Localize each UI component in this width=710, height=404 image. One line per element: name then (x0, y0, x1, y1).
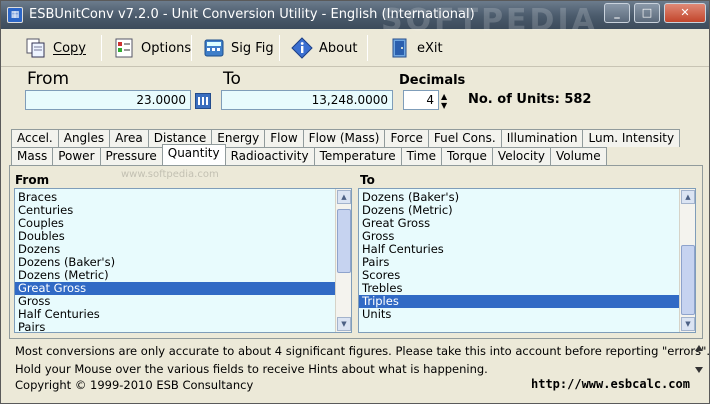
tab-mass[interactable]: Mass (11, 147, 54, 165)
list-item[interactable]: Great Gross (359, 217, 695, 230)
hint-accuracy: Most conversions are only accurate to ab… (15, 344, 710, 358)
tab-flow-mass[interactable]: Flow (Mass) (302, 129, 386, 147)
scroll-up-icon[interactable]: ▲ (337, 190, 351, 204)
tab-power[interactable]: Power (52, 147, 101, 165)
toolbar-separator (191, 35, 192, 61)
title-bar[interactable]: ▦ ESBUnitConv v7.2.0 - Unit Conversion U… (1, 1, 709, 38)
tab-quantity[interactable]: Quantity (161, 144, 226, 165)
tab-pressure[interactable]: Pressure (99, 147, 163, 165)
tab-accel[interactable]: Accel. (11, 129, 59, 147)
list-item[interactable]: Units (359, 308, 695, 321)
list-item[interactable]: Couples (15, 217, 351, 230)
list-item[interactable]: Centuries (15, 204, 351, 217)
from-unit-list[interactable]: Braces Centuries Couples Doubles Dozens Dozen… (14, 188, 352, 333)
toolbar-separator (279, 35, 280, 61)
tab-time[interactable]: Time (400, 147, 442, 165)
hint-mouse: Hold your Mouse over the various fields … (15, 362, 488, 376)
toolbar-separator (101, 35, 102, 61)
toolbar-separator (367, 35, 368, 61)
tab-angles[interactable]: Angles (57, 129, 111, 147)
list-item[interactable]: Trebles (359, 282, 695, 295)
spin-up-icon[interactable]: ▲ (441, 93, 447, 101)
options-icon (113, 37, 135, 59)
tab-velocity[interactable]: Velocity (491, 147, 551, 165)
tab-temperature[interactable]: Temperature (313, 147, 402, 165)
calculator-icon (203, 37, 225, 59)
tab-fuel-cons[interactable]: Fuel Cons. (427, 129, 502, 147)
from-list-scrollbar[interactable]: ▲ ▼ (335, 189, 351, 332)
app-icon: ▦ (7, 7, 23, 23)
small-watermark: www.softpedia.com (121, 169, 219, 180)
exit-icon (389, 37, 411, 59)
close-button[interactable]: ✕ (664, 3, 706, 23)
sig-fig-label: Sig Fig (231, 40, 274, 56)
tab-illumination[interactable]: Illumination (500, 129, 584, 147)
exit-button[interactable]: eXit (389, 34, 443, 62)
list-item[interactable]: Half Centuries (359, 243, 695, 256)
scroll-down-icon[interactable]: ▼ (337, 317, 351, 331)
info-icon (291, 37, 313, 59)
tab-volume[interactable]: Volume (550, 147, 607, 165)
copy-button[interactable]: Copy (25, 34, 86, 62)
from-value-field[interactable]: 23.0000 (25, 90, 191, 110)
copy-icon (25, 37, 47, 59)
tab-lum-intensity[interactable]: Lum. Intensity (582, 129, 681, 147)
about-button[interactable]: About (291, 34, 357, 62)
list-item[interactable]: Triples (359, 295, 695, 308)
tab-radioactivity[interactable]: Radioactivity (224, 147, 315, 165)
tab-row-1: Accel. Angles Area Distance Energy Flow … (11, 129, 681, 147)
toolbar: Copy Options Sig Fig About eXit (1, 29, 709, 67)
to-label: To (223, 69, 241, 89)
to-unit-list[interactable]: Dozens (Baker's) Dozens (Metric) Great Gro… (358, 188, 696, 333)
spin-down-icon[interactable]: ▼ (441, 102, 447, 110)
options-button[interactable]: Options (113, 34, 191, 62)
tab-force[interactable]: Force (384, 129, 429, 147)
tab-torque[interactable]: Torque (440, 147, 493, 165)
list-item[interactable]: Doubles (15, 230, 351, 243)
copy-label: Copy (53, 40, 86, 56)
about-label: About (319, 40, 358, 56)
from-list-title: From (15, 173, 50, 187)
tab-area[interactable]: Area (109, 129, 149, 147)
options-label: Options (141, 40, 192, 56)
calculator-icon[interactable] (195, 93, 211, 109)
decimals-field[interactable]: 4 (403, 90, 439, 110)
scroll-thumb[interactable] (681, 245, 695, 315)
scroll-down-icon[interactable]: ▼ (681, 317, 695, 331)
exit-label: eXit (417, 40, 443, 56)
website-link[interactable]: http://www.esbcalc.com (531, 377, 690, 391)
list-item[interactable]: Pairs (359, 256, 695, 269)
decimals-label: Decimals (399, 73, 466, 88)
units-count: No. of Units: 582 (468, 92, 592, 107)
minimize-button[interactable]: _ (604, 3, 630, 23)
to-list-title: To (360, 173, 375, 187)
to-value-field[interactable]: 13,248.0000 (221, 90, 393, 110)
app-window: ▦ ESBUnitConv v7.2.0 - Unit Conversion U… (0, 0, 710, 404)
copyright: Copyright © 1999-2010 ESB Consultancy (15, 378, 254, 392)
list-item[interactable]: Pairs (15, 321, 351, 333)
list-item[interactable]: Half Centuries (15, 308, 351, 321)
to-list-scrollbar[interactable]: ▲ ▼ (679, 189, 695, 332)
maximize-button[interactable]: □ (634, 3, 660, 23)
tab-flow[interactable]: Flow (264, 129, 304, 147)
tab-row-2: Mass Power Pressure Quantity Radioactivi… (11, 144, 607, 168)
scroll-up-icon[interactable]: ▲ (681, 190, 695, 204)
hint-scroll-arrows[interactable] (694, 343, 704, 375)
from-label: From (27, 69, 70, 89)
scroll-thumb[interactable] (337, 209, 351, 273)
list-item[interactable]: Great Gross (15, 282, 351, 295)
list-item[interactable]: Scores (359, 269, 695, 282)
sig-fig-button[interactable]: Sig Fig (203, 34, 274, 62)
